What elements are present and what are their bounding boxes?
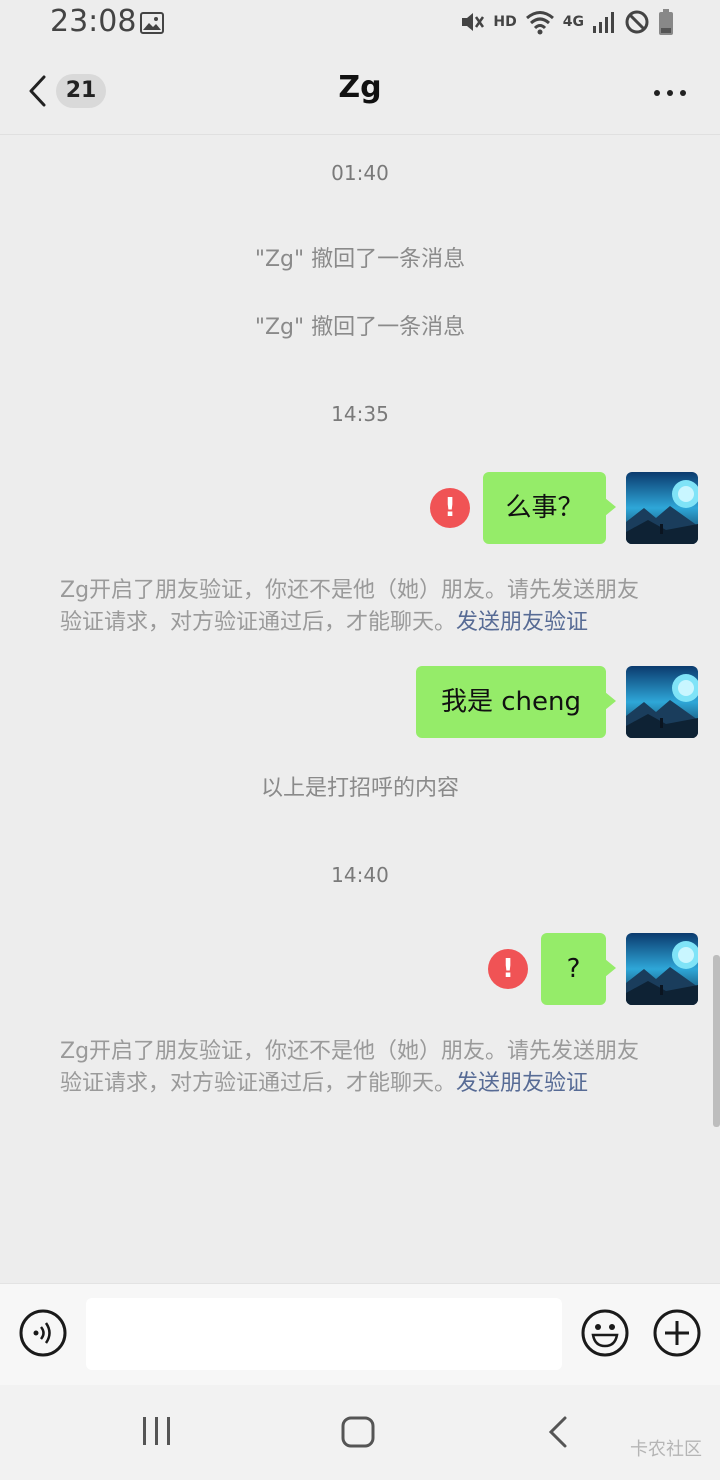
watermark: 卡农社区	[630, 1439, 702, 1460]
dnd-icon	[625, 10, 649, 34]
mute-icon	[462, 13, 485, 31]
status-icons: HD 4G	[459, 8, 674, 36]
friend-verification-notice: Zg开启了朋友验证，你还不是他（她）朋友。请先发送朋友验证请求，对方验证通过后，…	[60, 1036, 660, 1100]
signal-icon	[593, 12, 614, 33]
friend-verification-notice: Zg开启了朋友验证，你还不是他（她）朋友。请先发送朋友验证请求，对方验证通过后，…	[60, 575, 660, 639]
send-verification-link[interactable]: 发送朋友验证	[456, 610, 588, 635]
hd-indicator: HD	[493, 14, 517, 30]
gallery-icon	[140, 12, 164, 34]
timestamp: 01:40	[331, 161, 389, 185]
message-bubble[interactable]: 么事？	[483, 472, 616, 544]
timestamp: 14:40	[331, 863, 389, 887]
send-failed-icon[interactable]: !	[488, 949, 528, 989]
recent-apps-icon[interactable]	[140, 1415, 174, 1447]
voice-icon[interactable]	[18, 1308, 68, 1358]
input-bar	[0, 1283, 720, 1385]
status-bar: 23:08 HD 4G	[0, 0, 720, 48]
message-bubble[interactable]: ?	[541, 933, 616, 1005]
avatar[interactable]	[626, 472, 698, 544]
cellular-type: 4G	[562, 14, 584, 30]
avatar[interactable]	[626, 933, 698, 1005]
chat-title: Zg	[338, 70, 382, 105]
send-failed-icon[interactable]: !	[430, 488, 470, 528]
send-verification-link[interactable]: 发送朋友验证	[456, 1071, 588, 1096]
more-icon[interactable]	[652, 88, 688, 98]
greeting-note: 以上是打招呼的内容	[260, 776, 459, 801]
avatar[interactable]	[626, 666, 698, 738]
home-icon[interactable]	[340, 1415, 376, 1449]
emoji-icon[interactable]	[580, 1308, 630, 1358]
status-time: 23:08	[50, 4, 137, 39]
chat-area[interactable]: 01:40 "Zg" 撤回了一条消息 "Zg" 撤回了一条消息 14:35 ! …	[0, 135, 720, 1283]
recall-notice: "Zg" 撤回了一条消息	[254, 247, 466, 272]
avatar-image	[626, 472, 698, 544]
message-input[interactable]	[86, 1298, 562, 1370]
plus-icon[interactable]	[652, 1308, 702, 1358]
avatar-image	[626, 933, 698, 1005]
message-bubble[interactable]: 我是 cheng	[416, 666, 616, 738]
wifi-icon	[525, 11, 554, 35]
system-nav-bar: 卡农社区	[0, 1385, 720, 1480]
chat-header: 21 Zg	[0, 48, 720, 134]
timestamp: 14:35	[331, 402, 389, 426]
nav-back-icon[interactable]	[546, 1415, 570, 1449]
recall-notice: "Zg" 撤回了一条消息	[254, 315, 466, 340]
scrollbar[interactable]	[713, 955, 720, 1127]
battery-icon	[659, 9, 673, 35]
avatar-image	[626, 666, 698, 738]
